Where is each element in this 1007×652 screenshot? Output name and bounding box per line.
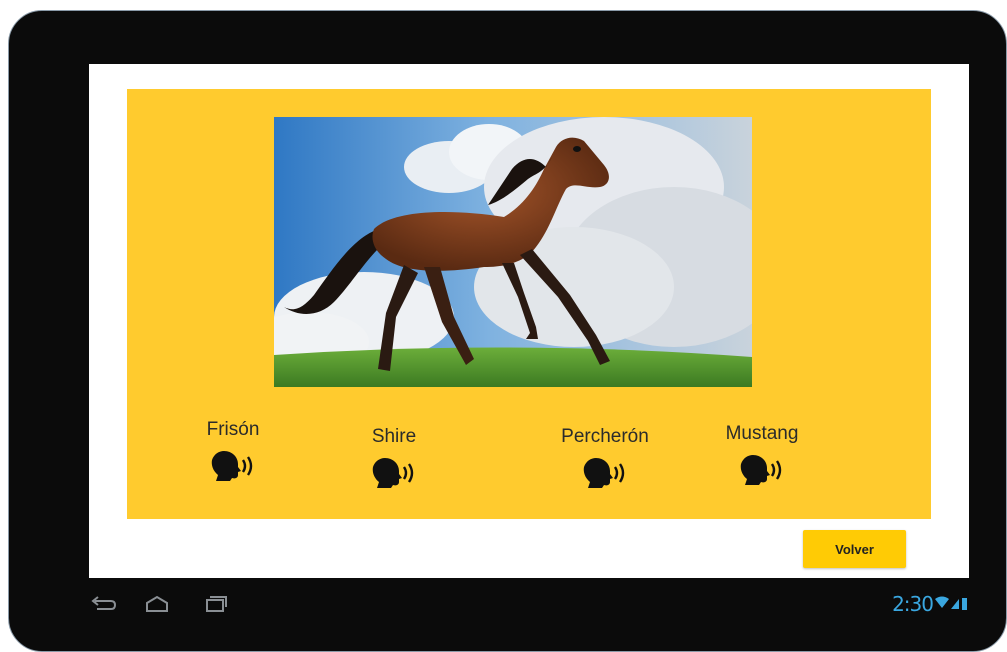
horse-option-shire: Shire bbox=[334, 426, 454, 495]
wifi-icon bbox=[935, 596, 949, 608]
system-nav-bar: 2:30 bbox=[89, 589, 969, 619]
horse-name-label: Shire bbox=[371, 426, 417, 447]
horse-name-label: Mustang bbox=[725, 423, 799, 444]
horse-option-mustang: Mustang bbox=[702, 423, 822, 492]
clock: 2:30 bbox=[892, 592, 934, 616]
speaker-icon[interactable] bbox=[210, 449, 256, 483]
speaker-icon[interactable] bbox=[739, 453, 785, 487]
battery-icon bbox=[962, 598, 967, 610]
speaker-icon[interactable] bbox=[371, 456, 417, 490]
horse-name-label: Percherón bbox=[561, 426, 649, 447]
status-icons bbox=[933, 595, 969, 613]
horse-photo bbox=[274, 117, 752, 387]
recent-apps-icon[interactable] bbox=[201, 593, 229, 615]
content-panel: Frisón Shire Percherón Mustang bbox=[127, 89, 931, 519]
horse-name-label: Frisón bbox=[206, 419, 260, 440]
tablet-frame: Frisón Shire Percherón Mustang Volver 2:… bbox=[8, 10, 1007, 652]
horse-option-friso: Frisón bbox=[173, 419, 293, 488]
back-nav-icon[interactable] bbox=[89, 593, 117, 615]
home-nav-icon[interactable] bbox=[143, 593, 171, 615]
signal-icon bbox=[951, 599, 959, 609]
back-button[interactable]: Volver bbox=[803, 530, 906, 568]
app-screen: Frisón Shire Percherón Mustang Volver bbox=[89, 64, 969, 578]
speaker-icon[interactable] bbox=[582, 456, 628, 490]
horse-option-percheron: Percherón bbox=[535, 426, 675, 495]
